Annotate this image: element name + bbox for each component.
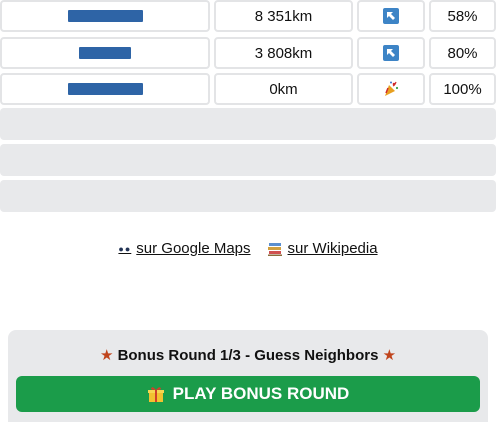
play-bonus-round-button[interactable]: PLAY BONUS ROUND bbox=[16, 376, 480, 412]
play-bonus-round-label: PLAY BONUS ROUND bbox=[172, 384, 350, 403]
guess-row: 0km 100% bbox=[0, 73, 496, 105]
guess-proximity-cell: 58% bbox=[429, 0, 496, 32]
wikipedia-link-label: sur Wikipedia bbox=[287, 240, 378, 257]
north-west-arrow-icon bbox=[383, 45, 399, 61]
guess-country-cell bbox=[0, 0, 210, 32]
guess-direction-cell bbox=[357, 0, 425, 32]
guess-country-cell bbox=[0, 73, 210, 105]
wikipedia-link[interactable]: sur Wikipedia bbox=[267, 240, 378, 257]
redacted-country-name bbox=[79, 47, 131, 59]
party-popper-icon bbox=[385, 81, 399, 96]
empty-guess-row bbox=[0, 108, 496, 140]
star-icon: ★ bbox=[99, 347, 114, 364]
guess-proximity-cell: 100% bbox=[429, 73, 496, 105]
north-west-arrow-icon bbox=[383, 8, 399, 24]
guess-distance-cell: 8 351km bbox=[214, 0, 353, 32]
books-icon bbox=[267, 242, 282, 256]
eyes-icon: ●● bbox=[118, 243, 132, 254]
guess-proximity-cell: 80% bbox=[429, 37, 496, 69]
external-links: ●● sur Google Maps sur Wikipedia bbox=[0, 240, 496, 257]
guess-row: 8 351km 58% bbox=[0, 0, 496, 32]
google-maps-link[interactable]: ●● sur Google Maps bbox=[118, 240, 250, 257]
guess-country-cell bbox=[0, 37, 210, 69]
bonus-round-panel: ★ Bonus Round 1/3 - Guess Neighbors ★ PL… bbox=[8, 330, 488, 422]
guess-row: 3 808km 80% bbox=[0, 37, 496, 69]
redacted-country-name bbox=[67, 83, 143, 95]
guess-direction-cell bbox=[357, 73, 425, 105]
empty-guess-row bbox=[0, 144, 496, 176]
guess-distance-cell: 3 808km bbox=[214, 37, 353, 69]
empty-guess-row bbox=[0, 180, 496, 212]
google-maps-link-label: sur Google Maps bbox=[136, 240, 251, 257]
guess-direction-cell bbox=[357, 37, 425, 69]
bonus-round-title: ★ Bonus Round 1/3 - Guess Neighbors ★ bbox=[8, 346, 488, 364]
bonus-round-title-text: Bonus Round 1/3 - Guess Neighbors bbox=[117, 347, 379, 364]
redacted-country-name bbox=[67, 10, 143, 22]
gift-icon bbox=[147, 387, 164, 402]
guess-distance-cell: 0km bbox=[214, 73, 353, 105]
star-icon: ★ bbox=[382, 347, 397, 364]
